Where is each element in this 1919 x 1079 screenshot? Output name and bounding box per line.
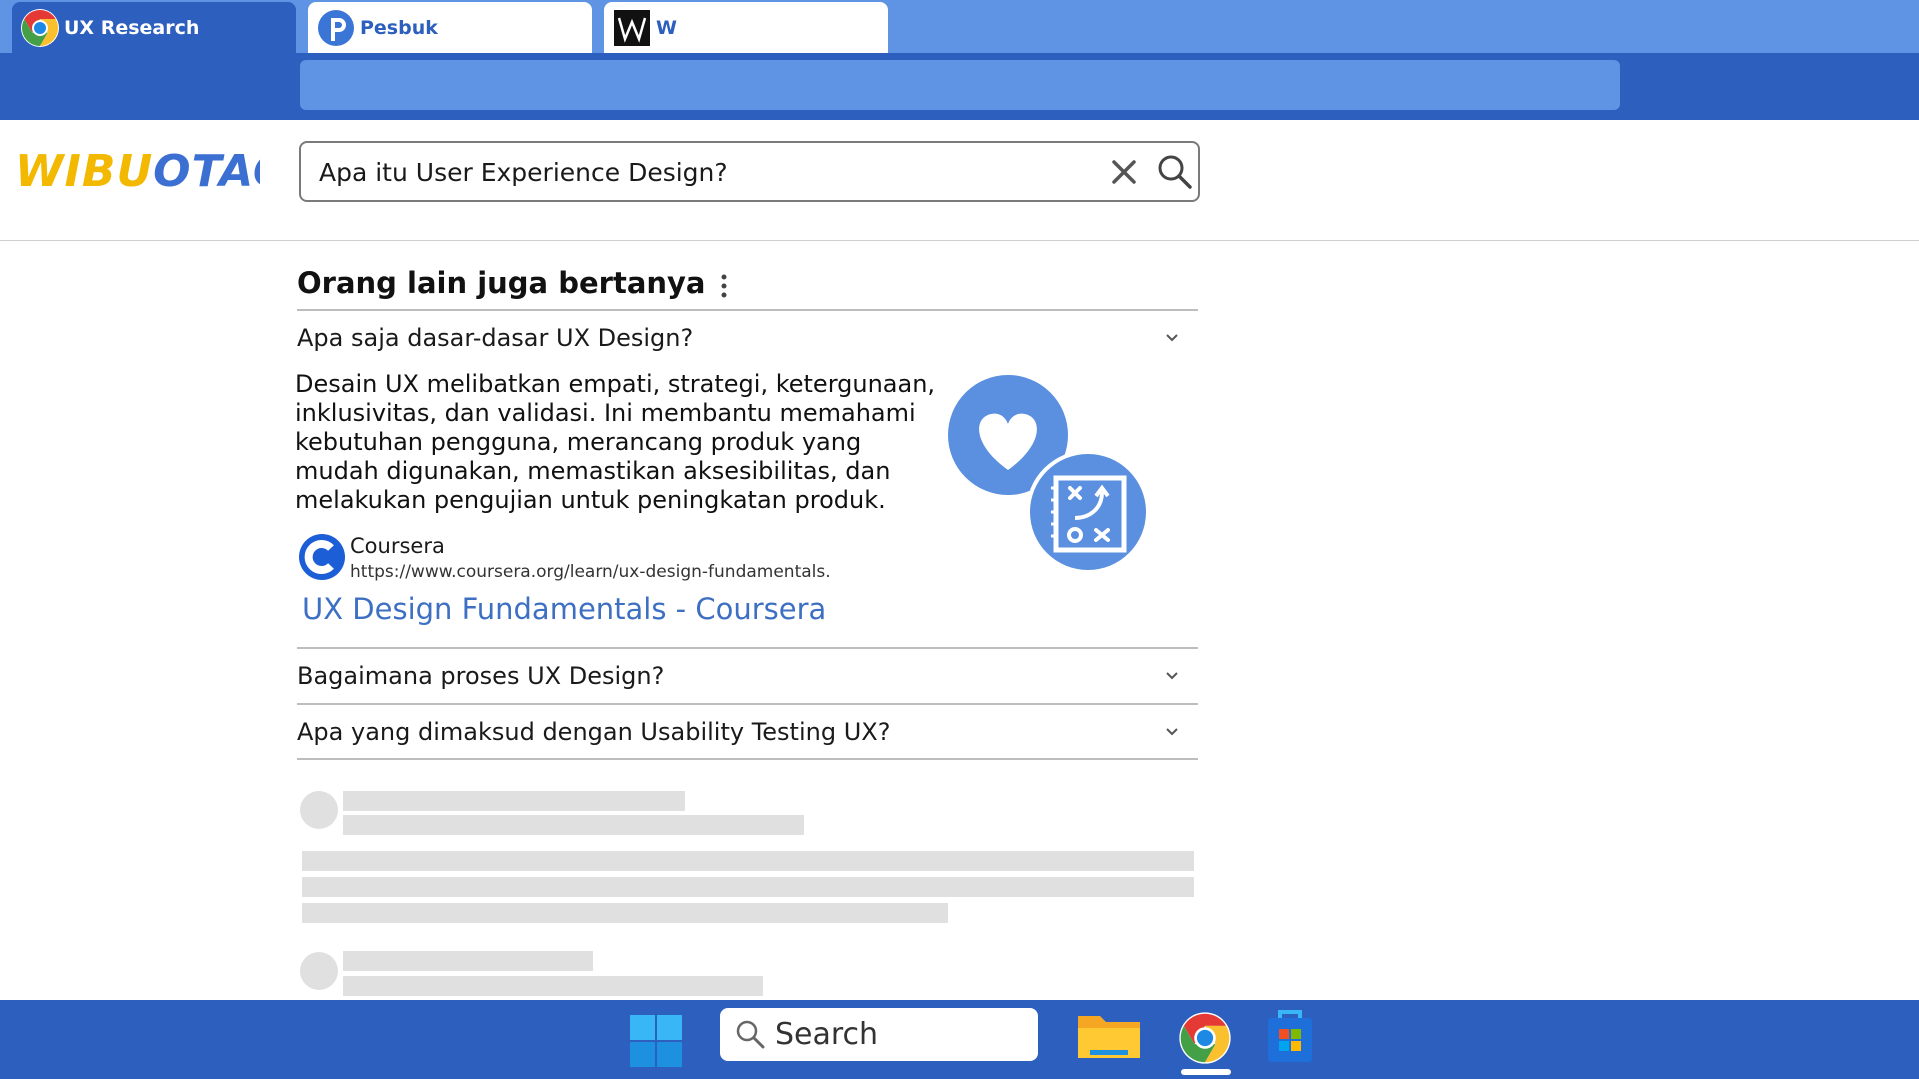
answer-text: Desain UX melibatkan empati, strategi, k… [295, 370, 936, 514]
tab-pesbuk[interactable]: Pesbuk [308, 2, 592, 53]
question-text: Apa yang dimaksud dengan Usability Testi… [297, 718, 891, 746]
w-logo-icon [614, 9, 650, 46]
more-options-icon[interactable] [712, 272, 736, 300]
question-item[interactable]: Apa saja dasar-dasar UX Design? [297, 318, 1198, 358]
chevron-down-icon [1166, 334, 1178, 342]
chrome-icon [21, 8, 59, 47]
tab-w[interactable]: W [604, 2, 888, 53]
chevron-down-icon [1166, 672, 1178, 680]
skeleton-line [343, 791, 685, 811]
skeleton-avatar [300, 952, 338, 990]
skeleton-line [343, 951, 593, 971]
tab-label: W [656, 16, 677, 39]
skeleton-line [302, 903, 948, 923]
taskbar-search[interactable]: Search [720, 1008, 1038, 1061]
tab-bar: UX Research Pesbuk W [0, 0, 1919, 53]
skeleton-line [343, 976, 763, 996]
question-text: Bagaimana proses UX Design? [297, 662, 665, 690]
question-item[interactable]: Apa yang dimaksud dengan Usability Testi… [297, 712, 1198, 752]
divider [297, 309, 1198, 311]
question-item[interactable]: Bagaimana proses UX Design? [297, 656, 1198, 696]
chrome-icon[interactable] [1178, 1011, 1232, 1065]
divider [297, 758, 1198, 760]
file-explorer-icon[interactable] [1076, 1012, 1142, 1062]
search-box[interactable]: Apa itu User Experience Design? [299, 141, 1200, 202]
skeleton-line [302, 877, 1194, 897]
address-bar[interactable] [300, 60, 1620, 110]
search-icon [736, 1020, 765, 1049]
question-text: Apa saja dasar-dasar UX Design? [297, 324, 694, 352]
store-icon[interactable] [1266, 1008, 1314, 1064]
result-link[interactable]: UX Design Fundamentals - Coursera [302, 592, 826, 626]
search-input[interactable]: Apa itu User Experience Design? [319, 158, 728, 187]
header-divider [0, 240, 1919, 241]
divider [297, 647, 1198, 649]
tab-ux-research[interactable]: UX Research [12, 2, 296, 53]
site-logo[interactable]: WIBUOTACK! [15, 138, 260, 198]
pesbuk-p-icon [318, 9, 354, 46]
heart-and-strategy-icon [948, 375, 1150, 574]
source-url: https://www.coursera.org/learn/ux-design… [350, 562, 831, 582]
paa-title: Orang lain juga bertanya [297, 266, 706, 300]
active-app-indicator [1181, 1069, 1231, 1075]
divider [297, 703, 1198, 705]
windows-start-icon[interactable] [630, 1015, 682, 1067]
skeleton-line [302, 851, 1194, 871]
tab-label: Pesbuk [360, 16, 438, 39]
source-name: Coursera [350, 534, 445, 558]
close-icon[interactable] [1109, 157, 1139, 187]
skeleton-avatar [300, 791, 338, 829]
taskbar-search-label: Search [775, 1017, 879, 1052]
chevron-down-icon [1166, 728, 1178, 736]
svg-text:WIBUOTACK!: WIBUOTACK! [15, 146, 260, 197]
coursera-logo-icon [299, 534, 345, 580]
tab-label: UX Research [64, 16, 200, 39]
search-icon[interactable] [1156, 153, 1194, 191]
skeleton-line [343, 815, 804, 835]
